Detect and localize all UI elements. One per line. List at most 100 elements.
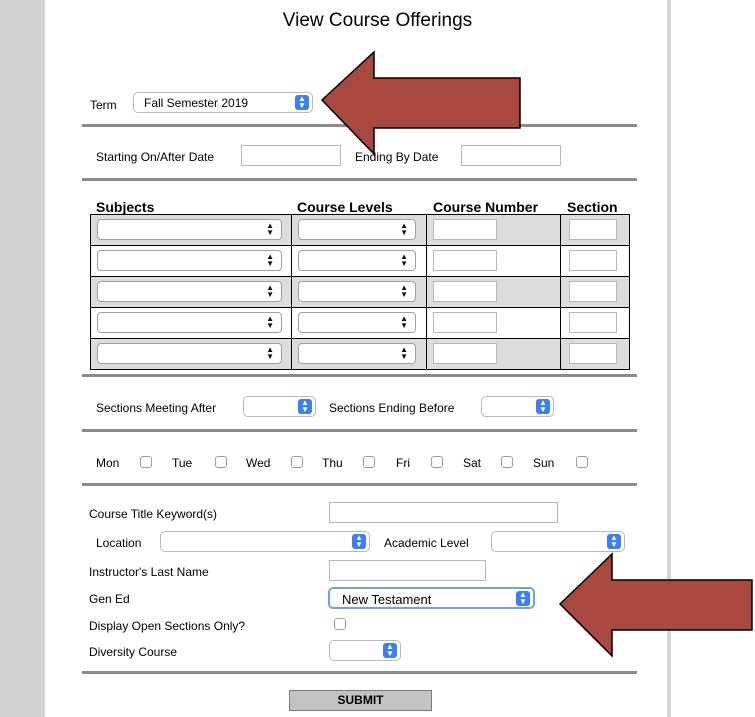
- subject-select[interactable]: ▲ ▼: [97, 312, 282, 333]
- day-label-tue: Tue: [172, 456, 193, 470]
- course-number-input[interactable]: [433, 343, 497, 364]
- column-divider: [426, 308, 427, 339]
- divider: [82, 483, 637, 486]
- column-divider: [426, 339, 427, 370]
- stepper-arrows-icon: ▲ ▼: [266, 221, 274, 237]
- subject-select[interactable]: ▲ ▼: [97, 250, 282, 271]
- stepper-arrows-icon: ▲ ▼: [400, 221, 408, 237]
- column-divider: [426, 215, 427, 246]
- course-level-select[interactable]: ▲ ▼: [298, 312, 416, 333]
- course-level-select[interactable]: ▲ ▼: [298, 219, 416, 240]
- ending-before-label: Sections Ending Before: [329, 401, 455, 415]
- course-level-select[interactable]: ▲ ▼: [298, 343, 416, 364]
- day-checkbox-tue[interactable]: [215, 456, 227, 468]
- term-label: Term: [90, 98, 117, 112]
- day-label-fri: Fri: [396, 456, 410, 470]
- column-divider: [560, 277, 561, 308]
- instructor-label: Instructor's Last Name: [89, 565, 209, 579]
- stepper-arrows-icon: ▲ ▼: [400, 314, 408, 330]
- column-divider: [560, 339, 561, 370]
- select-chevron-icon: ▲ ▼: [607, 534, 621, 549]
- left-sidebar-strip: [0, 0, 45, 717]
- divider: [82, 429, 637, 432]
- column-divider: [291, 339, 292, 370]
- column-divider: [291, 308, 292, 339]
- open-only-checkbox[interactable]: [334, 618, 346, 630]
- course-number-input[interactable]: [433, 281, 497, 302]
- course-number-input[interactable]: [433, 219, 497, 240]
- subjects-header: Subjects: [96, 199, 155, 215]
- column-divider: [560, 308, 561, 339]
- course-number-header: Course Number: [433, 199, 539, 215]
- meeting-after-label: Sections Meeting After: [96, 401, 217, 415]
- annotation-arrow-left-icon: [558, 552, 753, 658]
- course-number-input[interactable]: [433, 312, 497, 333]
- academic-level-label: Academic Level: [384, 536, 469, 550]
- column-divider: [291, 246, 292, 277]
- location-select[interactable]: ▲ ▼: [160, 531, 370, 552]
- keyword-input[interactable]: [329, 502, 558, 523]
- start-date-label: Starting On/After Date: [96, 150, 215, 164]
- section-input[interactable]: [569, 312, 617, 333]
- diversity-select[interactable]: ▲ ▼: [329, 640, 401, 661]
- divider: [82, 374, 637, 377]
- table-row: ▲ ▼ ▲ ▼: [90, 277, 630, 308]
- column-divider: [291, 215, 292, 246]
- day-label-wed: Wed: [246, 456, 271, 470]
- stepper-arrows-icon: ▲ ▼: [266, 252, 274, 268]
- stepper-arrows-icon: ▲ ▼: [400, 345, 408, 361]
- table-row: ▲ ▼ ▲ ▼: [90, 339, 630, 370]
- day-checkbox-sat[interactable]: [501, 456, 513, 468]
- course-level-select[interactable]: ▲ ▼: [298, 281, 416, 302]
- section-header: Section: [567, 199, 618, 215]
- location-label: Location: [96, 536, 142, 550]
- day-checkbox-sun[interactable]: [576, 456, 588, 468]
- column-divider: [291, 277, 292, 308]
- day-checkbox-thu[interactable]: [363, 456, 375, 468]
- table-row: ▲ ▼ ▲ ▼: [90, 308, 630, 339]
- course-level-select[interactable]: ▲ ▼: [298, 250, 416, 271]
- gen-ed-select[interactable]: New Testament ▲ ▼: [328, 587, 535, 609]
- day-label-thu: Thu: [322, 456, 343, 470]
- subject-select[interactable]: ▲ ▼: [97, 281, 282, 302]
- diversity-label: Diversity Course: [89, 645, 178, 659]
- select-chevron-icon: ▲ ▼: [536, 399, 550, 414]
- select-chevron-icon: ▲ ▼: [352, 534, 366, 549]
- meeting-after-select[interactable]: ▲ ▼: [243, 396, 316, 417]
- course-levels-header: Course Levels: [297, 199, 393, 215]
- gen-ed-select-value: New Testament: [342, 592, 432, 607]
- day-checkbox-wed[interactable]: [291, 456, 303, 468]
- term-select-value: Fall Semester 2019: [144, 96, 249, 110]
- term-select[interactable]: Fall Semester 2019 ▲ ▼: [133, 92, 313, 113]
- submit-button[interactable]: SUBMIT: [289, 690, 432, 711]
- day-checkbox-fri[interactable]: [431, 456, 443, 468]
- subject-select[interactable]: ▲ ▼: [97, 343, 282, 364]
- divider: [82, 178, 637, 181]
- column-divider: [426, 277, 427, 308]
- select-chevron-icon: ▲ ▼: [295, 95, 309, 110]
- section-input[interactable]: [569, 281, 617, 302]
- section-input[interactable]: [569, 219, 617, 240]
- day-label-mon: Mon: [96, 456, 120, 470]
- column-divider: [560, 215, 561, 246]
- section-input[interactable]: [569, 343, 617, 364]
- day-label-sun: Sun: [533, 456, 555, 470]
- ending-before-select[interactable]: ▲ ▼: [481, 396, 554, 417]
- divider: [82, 671, 637, 674]
- instructor-input[interactable]: [329, 560, 486, 581]
- stepper-arrows-icon: ▲ ▼: [266, 283, 274, 299]
- section-input[interactable]: [569, 250, 617, 271]
- keyword-label: Course Title Keyword(s): [89, 507, 218, 521]
- column-divider: [426, 246, 427, 277]
- table-row: ▲ ▼ ▲ ▼: [90, 215, 630, 246]
- select-chevron-icon: ▲ ▼: [383, 643, 397, 658]
- stepper-arrows-icon: ▲ ▼: [400, 252, 408, 268]
- column-divider: [560, 246, 561, 277]
- subject-select[interactable]: ▲ ▼: [97, 219, 282, 240]
- day-label-sat: Sat: [463, 456, 482, 470]
- open-only-label: Display Open Sections Only?: [89, 619, 246, 633]
- academic-level-select[interactable]: ▲ ▼: [491, 531, 625, 552]
- select-chevron-icon: ▲ ▼: [298, 399, 312, 414]
- day-checkbox-mon[interactable]: [140, 456, 152, 468]
- course-number-input[interactable]: [433, 250, 497, 271]
